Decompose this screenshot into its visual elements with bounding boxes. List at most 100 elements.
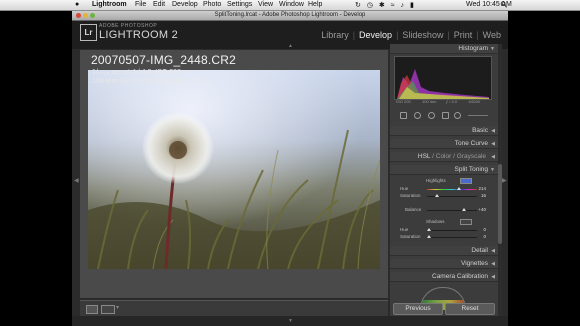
expand-icon: ◀ [491,274,495,280]
left-letterbox [0,11,72,326]
photo-filename: 20070507-IMG_2448.CR2 [91,53,236,67]
vignettes-panel-header[interactable]: Vignettes ◀ [390,259,498,269]
crop-tool-icon[interactable] [400,112,407,119]
highlight-color-swatch[interactable] [460,178,472,184]
previous-button[interactable]: Previous [393,303,443,315]
battery-icon: ▮ [409,2,414,9]
slider-knob[interactable] [427,228,431,231]
hsl-tab[interactable]: HSL [418,153,430,160]
filmstrip-edge: ▼ [72,316,508,326]
shadow-saturation-value[interactable]: 0 [483,234,486,239]
status-icons: ↻ ◷ ✱ ≈ ♪ ▮ [355,1,414,9]
menu-view[interactable]: View [258,1,273,8]
balance-label: Balance [405,207,422,212]
spotlight-icon[interactable] [500,1,508,8]
split-toning-panel: Highlights Hue 214 Saturation 16 Balance… [392,175,496,241]
right-letterbox [508,11,580,326]
develop-toolbar: ▾ [80,300,388,317]
module-print[interactable]: Print [453,30,474,40]
shadow-saturation-label: Saturation [400,234,421,239]
apple-menu-icon[interactable]: ● [75,1,79,8]
right-panel-scrollbar[interactable] [498,44,502,326]
expand-icon: ◀ [491,141,495,147]
window-title: SplitToning.lrcat - Adobe Photoshop Ligh… [214,12,366,18]
expand-icon: ◀ [491,154,495,160]
menu-app-lightroom[interactable]: Lightroom [92,1,127,8]
collapse-icon: ▼ [490,46,495,52]
highlight-saturation-slider[interactable] [427,194,477,197]
highlights-label: Highlights [426,178,446,183]
module-web[interactable]: Web [482,30,502,40]
expand-icon: ◀ [491,128,495,134]
collapse-icon: ▼ [490,167,495,173]
lightroom-logo: Lr [80,24,97,41]
slider-knob[interactable] [457,187,461,190]
reset-button[interactable]: Reset [445,303,495,315]
highlight-hue-value[interactable]: 214 [478,186,486,191]
expand-icon: ◀ [491,248,495,254]
color-tab[interactable]: Color [436,153,452,160]
before-after-dropdown-icon[interactable]: ▾ [116,304,119,311]
highlight-hue-label: Hue [400,186,409,191]
product-name: LIGHTROOM 2 [99,29,179,41]
filmstrip-toggle-icon[interactable]: ▼ [288,318,293,324]
module-develop[interactable]: Develop [358,30,393,40]
bluetooth-icon: ✱ [378,2,385,9]
histogram [394,56,492,100]
expand-icon: ◀ [491,261,495,267]
histogram-info: ISO 200 100 mm ƒ / 4.0 1/6000 [396,99,481,104]
window-titlebar[interactable]: SplitToning.lrcat - Adobe Photoshop Ligh… [72,11,508,21]
menu-photo[interactable]: Photo [203,1,221,8]
camera-calibration-panel-header[interactable]: Camera Calibration ◀ [390,272,498,282]
module-slideshow[interactable]: Slideshow [401,30,444,40]
shadow-hue-value[interactable]: 0 [483,227,486,232]
slider-knob[interactable] [435,194,439,197]
tone-curve-panel-header[interactable]: Tone Curve ◀ [390,139,498,149]
scrollbar-thumb[interactable] [498,164,502,244]
tool-strip [394,110,490,122]
wifi-icon: ≈ [390,2,395,9]
photo-lens-info: 100 mm (EF100mm f/2.8 Macro USM) [92,78,211,85]
menu-help[interactable]: Help [308,1,322,8]
loupe-view-button[interactable] [86,305,98,314]
spot-removal-tool-icon[interactable] [414,112,421,119]
shadow-saturation-slider[interactable] [427,235,477,238]
split-toning-panel-header[interactable]: Split Toning ▼ [390,165,498,175]
menu-window[interactable]: Window [279,1,304,8]
menu-settings[interactable]: Settings [227,1,252,8]
top-panel-toggle-icon[interactable]: ▲ [288,43,293,49]
shadows-label: Shadows [426,219,445,224]
histogram-header[interactable]: Histogram ▼ [390,44,498,54]
timemachine-icon: ◷ [366,2,373,9]
shadow-color-swatch[interactable] [460,219,472,225]
red-eye-tool-icon[interactable] [428,112,435,119]
grayscale-tab[interactable]: Grayscale [457,153,486,160]
right-panel-toggle-icon[interactable]: ▶ [502,177,507,184]
photo-exposure-info: 1/₆₀₀₀ sec at ƒ / 4.0, ISO 200 [92,69,181,76]
module-library[interactable]: Library [320,30,350,40]
shadow-hue-slider[interactable] [427,228,477,231]
before-after-view-button[interactable] [101,305,115,314]
tool-slider[interactable] [468,115,488,116]
highlight-hue-slider[interactable] [427,187,477,190]
sync-icon: ↻ [355,2,361,9]
detail-panel-header[interactable]: Detail ◀ [390,246,498,256]
basic-panel-header[interactable]: Basic ◀ [390,126,498,136]
slider-knob[interactable] [427,235,431,238]
left-panel-toggle-icon[interactable]: ◀ [74,177,79,184]
balance-slider[interactable] [427,208,477,211]
menu-develop[interactable]: Develop [172,1,198,8]
hsl-panel-header[interactable]: HSL / Color / Grayscale ◀ [390,152,498,162]
module-picker: Library | Develop | Slideshow | Print | Web [320,30,502,40]
slider-knob[interactable] [462,208,466,211]
graduated-filter-tool-icon[interactable] [442,112,449,119]
volume-icon: ♪ [400,2,405,9]
highlight-saturation-value[interactable]: 16 [481,193,486,198]
balance-value[interactable]: +40 [478,207,486,212]
menu-file[interactable]: File [135,1,146,8]
shadow-hue-label: Hue [400,227,409,232]
menu-edit[interactable]: Edit [153,1,165,8]
highlight-saturation-label: Saturation [400,193,421,198]
adjustment-brush-tool-icon[interactable] [454,112,461,119]
photo-preview[interactable] [88,70,380,269]
